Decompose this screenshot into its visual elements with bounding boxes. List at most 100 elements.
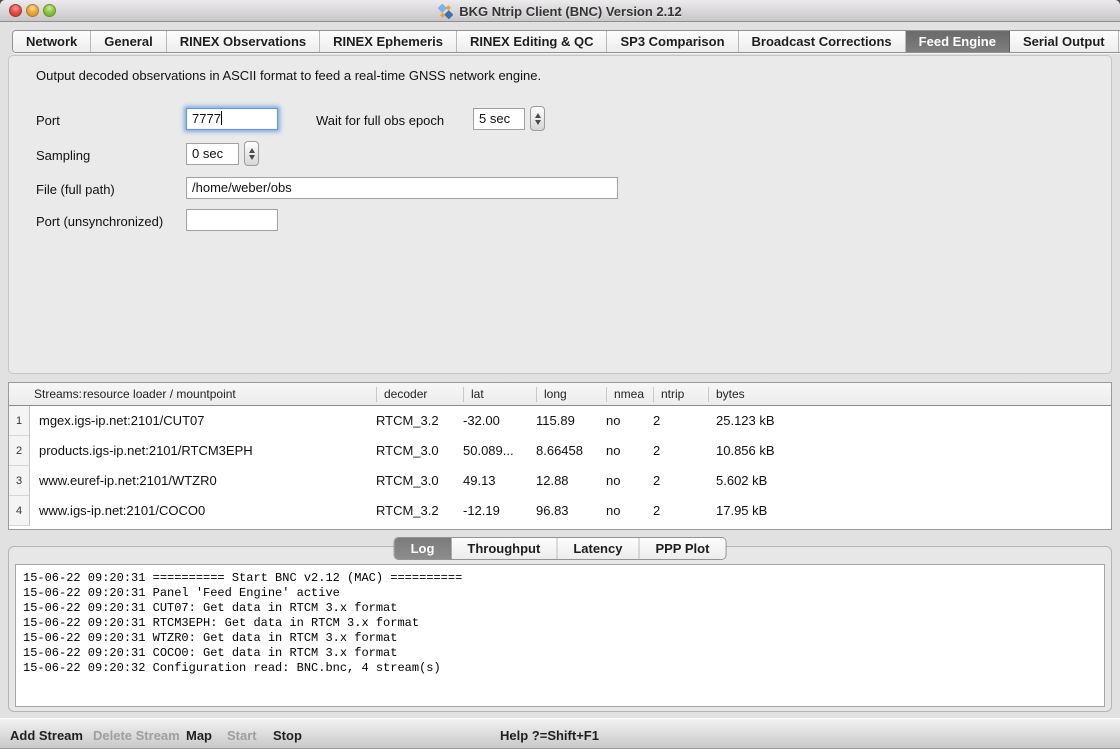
log-output[interactable]: 15-06-22 09:20:31 ========== Start BNC v… — [15, 564, 1105, 707]
cell-lat: -32.00 — [463, 406, 500, 436]
window-title: BKG Ntrip Client (BNC) Version 2.12 — [459, 4, 681, 19]
cell-bytes: 10.856 kB — [716, 436, 775, 466]
tab-sp3-comparison[interactable]: SP3 Comparison — [607, 31, 738, 52]
cell-ntrip: 2 — [653, 436, 660, 466]
row-number: 3 — [9, 466, 30, 496]
tab-rinex-observations[interactable]: RINEX Observations — [167, 31, 320, 52]
cell-mountpoint: mgex.igs-ip.net:2101/CUT07 — [39, 406, 204, 436]
cell-nmea: no — [606, 496, 620, 526]
cell-bytes: 25.123 kB — [716, 406, 775, 436]
main-tab-bar: Network General RINEX Observations RINEX… — [12, 30, 1120, 53]
port-unsync-input[interactable] — [186, 209, 278, 231]
wait-epoch-label: Wait for full obs epoch — [316, 113, 444, 128]
streams-table-header: Streams: resource loader / mountpoint de… — [9, 383, 1111, 406]
cell-lat: -12.19 — [463, 496, 500, 526]
port-unsync-label: Port (unsynchronized) — [36, 214, 163, 229]
streams-table: Streams: resource loader / mountpoint de… — [8, 382, 1112, 530]
cell-mountpoint: www.igs-ip.net:2101/COCO0 — [39, 496, 205, 526]
tab-general[interactable]: General — [91, 31, 166, 52]
panel-description: Output decoded observations in ASCII for… — [36, 68, 541, 83]
table-row[interactable]: 1 mgex.igs-ip.net:2101/CUT07 RTCM_3.2 -3… — [9, 406, 1111, 436]
start-button: Start — [227, 728, 257, 743]
cell-ntrip: 2 — [653, 496, 660, 526]
tab-feed-engine[interactable]: Feed Engine — [906, 31, 1010, 52]
cell-nmea: no — [606, 436, 620, 466]
bnc-app-icon — [438, 4, 453, 19]
cell-decoder: RTCM_3.2 — [376, 496, 439, 526]
log-group: 15-06-22 09:20:31 ========== Start BNC v… — [8, 546, 1112, 712]
tab-throughput[interactable]: Throughput — [451, 538, 557, 559]
cell-bytes: 17.95 kB — [716, 496, 767, 526]
cell-long: 8.66458 — [536, 436, 583, 466]
log-line: 15-06-22 09:20:31 WTZR0: Get data in RTC… — [23, 631, 1104, 646]
port-input[interactable]: 7777 — [186, 108, 278, 130]
port-value: 7777 — [192, 111, 221, 126]
spinner-down-icon[interactable] — [535, 120, 541, 125]
map-button[interactable]: Map — [186, 728, 212, 743]
table-row[interactable]: 2 products.igs-ip.net:2101/RTCM3EPH RTCM… — [9, 436, 1111, 466]
wait-epoch-input[interactable]: 5 sec — [473, 108, 525, 130]
header-decoder: decoder — [384, 387, 427, 401]
tab-rinex-ephemeris[interactable]: RINEX Ephemeris — [320, 31, 457, 52]
cell-long: 12.88 — [536, 466, 569, 496]
header-nmea: nmea — [614, 387, 644, 401]
sampling-input[interactable]: 0 sec — [186, 143, 239, 165]
cell-lat: 50.089... — [463, 436, 514, 466]
cell-ntrip: 2 — [653, 466, 660, 496]
cell-decoder: RTCM_3.0 — [376, 466, 439, 496]
tab-latency[interactable]: Latency — [557, 538, 639, 559]
cell-mountpoint: products.igs-ip.net:2101/RTCM3EPH — [39, 436, 253, 466]
log-line: 15-06-22 09:20:31 Panel 'Feed Engine' ac… — [23, 586, 1104, 601]
tab-ppp-plot[interactable]: PPP Plot — [639, 538, 725, 559]
log-line: 15-06-22 09:20:31 CUT07: Get data in RTC… — [23, 601, 1104, 616]
log-tab-bar: Log Throughput Latency PPP Plot — [394, 537, 727, 560]
row-number: 2 — [9, 436, 30, 466]
text-caret — [221, 111, 222, 125]
tab-serial-output[interactable]: Serial Output — [1010, 31, 1119, 52]
tab-log[interactable]: Log — [395, 538, 452, 559]
sampling-spinner[interactable] — [244, 141, 259, 166]
tab-network[interactable]: Network — [13, 31, 91, 52]
log-line: 15-06-22 09:20:31 RTCM3EPH: Get data in … — [23, 616, 1104, 631]
file-input[interactable]: /home/weber/obs — [186, 177, 618, 199]
header-bytes: bytes — [716, 387, 745, 401]
log-line: 15-06-22 09:20:31 COCO0: Get data in RTC… — [23, 646, 1104, 661]
cell-long: 115.89 — [536, 406, 575, 436]
help-shortcut-label: Help ?=Shift+F1 — [500, 728, 599, 743]
file-label: File (full path) — [36, 182, 115, 197]
cell-ntrip: 2 — [653, 406, 660, 436]
table-row[interactable]: 3 www.euref-ip.net:2101/WTZR0 RTCM_3.0 4… — [9, 466, 1111, 496]
bottom-toolbar: Add Stream Delete Stream Map Start Stop … — [0, 718, 1120, 749]
feed-engine-panel: Output decoded observations in ASCII for… — [8, 55, 1112, 374]
tab-broadcast-corrections[interactable]: Broadcast Corrections — [739, 31, 906, 52]
spinner-up-icon[interactable] — [249, 148, 255, 153]
log-line: 15-06-22 09:20:32 Configuration read: BN… — [23, 661, 1104, 676]
cell-bytes: 5.602 kB — [716, 466, 767, 496]
header-streams: Streams: — [34, 387, 82, 401]
wait-epoch-value: 5 sec — [479, 111, 510, 126]
bnc-window: BKG Ntrip Client (BNC) Version 2.12 Netw… — [0, 0, 1120, 749]
file-value: /home/weber/obs — [192, 180, 292, 195]
cell-lat: 49.13 — [463, 466, 496, 496]
sampling-value: 0 sec — [192, 146, 223, 161]
spinner-up-icon[interactable] — [535, 113, 541, 118]
wait-epoch-spinner[interactable] — [530, 106, 545, 131]
header-ntrip: ntrip — [661, 387, 684, 401]
cell-nmea: no — [606, 466, 620, 496]
spinner-down-icon[interactable] — [249, 155, 255, 160]
tab-rinex-editing-qc[interactable]: RINEX Editing & QC — [457, 31, 608, 52]
cell-nmea: no — [606, 406, 620, 436]
header-lat: lat — [471, 387, 484, 401]
add-stream-button[interactable]: Add Stream — [10, 728, 83, 743]
cell-decoder: RTCM_3.2 — [376, 406, 439, 436]
title-bar: BKG Ntrip Client (BNC) Version 2.12 — [0, 0, 1120, 22]
table-row[interactable]: 4 www.igs-ip.net:2101/COCO0 RTCM_3.2 -12… — [9, 496, 1111, 526]
sampling-label: Sampling — [36, 148, 90, 163]
header-mountpoint: resource loader / mountpoint — [83, 387, 236, 401]
delete-stream-button: Delete Stream — [93, 728, 180, 743]
header-long: long — [544, 387, 567, 401]
cell-mountpoint: www.euref-ip.net:2101/WTZR0 — [39, 466, 217, 496]
row-number: 1 — [9, 406, 30, 436]
port-label: Port — [36, 113, 60, 128]
stop-button[interactable]: Stop — [273, 728, 302, 743]
